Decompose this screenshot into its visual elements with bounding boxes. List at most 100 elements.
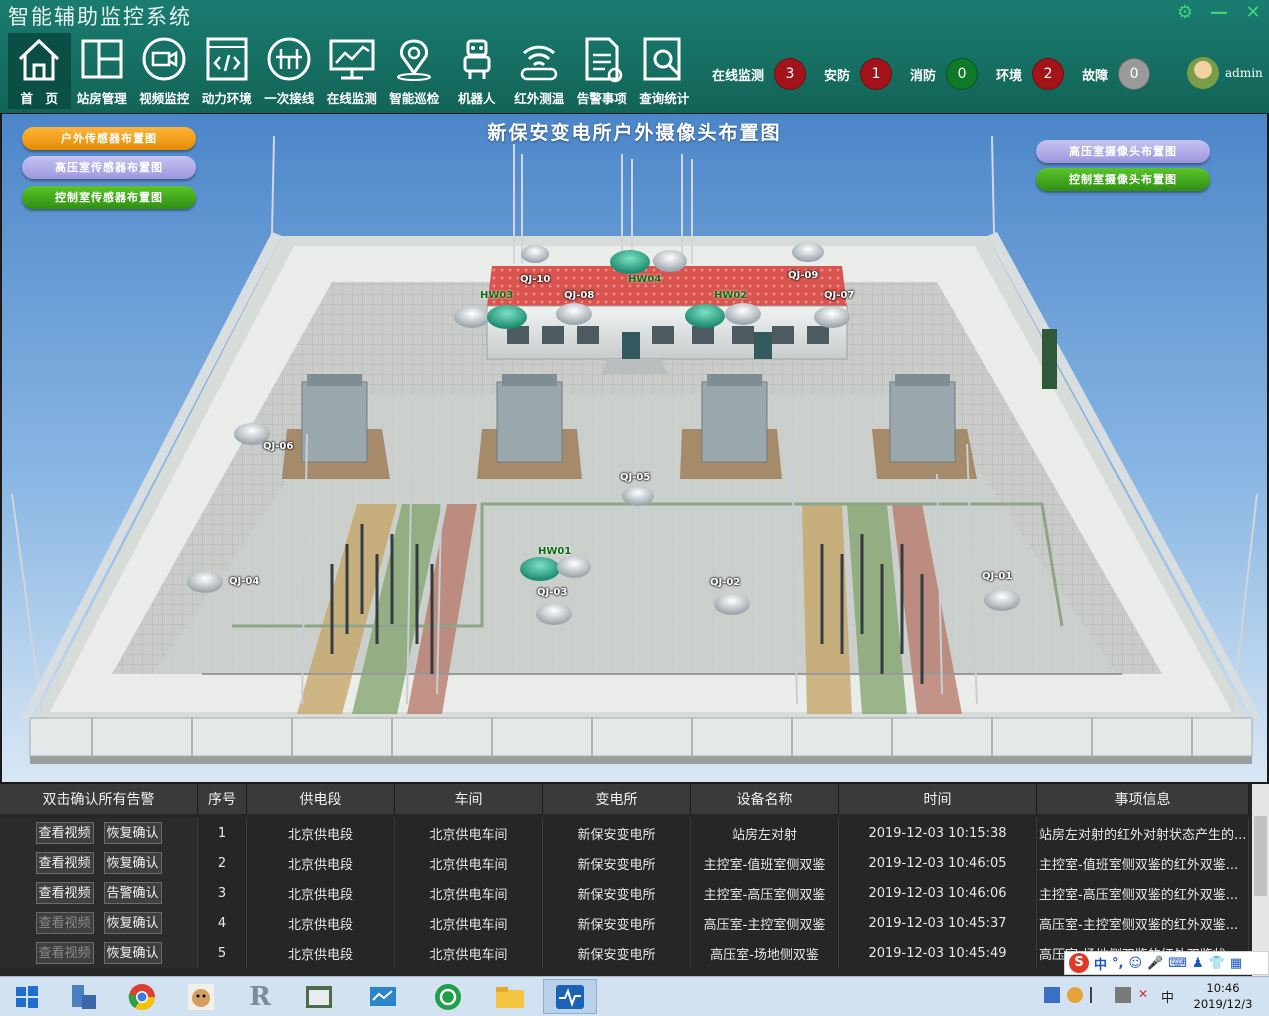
table-scrollbar[interactable] [1252, 784, 1269, 976]
status-count-badge[interactable]: 2 [1032, 58, 1065, 90]
column-header: 供电段 [247, 784, 395, 814]
taskbar-r-app[interactable]: R [233, 979, 287, 1014]
table-row[interactable]: 查看视频 恢复确认 1 北京供电段 北京供电车间 新保安变电所 站房左对射 2019-12-0… [0, 818, 1269, 848]
minimize-icon[interactable]: — [1209, 3, 1229, 23]
confirm-button[interactable]: 恢复确认 [103, 822, 162, 844]
nav-item-search-document[interactable]: 查询统计 [633, 33, 696, 109]
control-room-sensor-layout-button[interactable]: 控制室传感器布置图 [22, 186, 196, 209]
nav-item-monitor-chart[interactable]: 在线监测 [321, 33, 384, 109]
confirm-button[interactable]: 告警确认 [103, 882, 162, 904]
nav-item-code-window[interactable]: 动力环境 [196, 33, 259, 109]
nav-item-home[interactable]: 首 页 [8, 33, 71, 109]
camera-label-qj04[interactable]: QJ-04 [229, 576, 259, 587]
camera-label-qj08[interactable]: QJ-08 [564, 290, 594, 301]
view-video-button[interactable]: 查看视频 [35, 912, 94, 934]
status-故障[interactable]: 故障 0 [1082, 58, 1151, 90]
nav-item-document[interactable]: 告警事项 [571, 33, 634, 109]
document-icon [585, 37, 622, 83]
substation: 新保安变电所 [543, 818, 691, 848]
sogou-icon[interactable]: S [1069, 953, 1089, 973]
camera-label-qj03[interactable]: QJ-03 [537, 587, 567, 598]
table-row[interactable]: 查看视频 恢复确认 4 北京供电段 北京供电车间 新保安变电所 高压室-主控室侧双鉴 2019… [0, 908, 1269, 938]
taskbar-window-app[interactable] [292, 979, 346, 1014]
camera-label-qj06[interactable]: QJ-06 [263, 441, 293, 452]
ime-mode[interactable]: 中 [1094, 954, 1107, 973]
emoji-icon[interactable]: ☺ [1128, 956, 1142, 971]
nav-label: 告警事项 [576, 91, 627, 106]
camera-label-qj01[interactable]: QJ-01 [982, 571, 1012, 582]
confirm-all-alarms-header[interactable]: 双击确认所有告警 [0, 784, 198, 814]
nav-label: 动力环境 [201, 91, 252, 106]
flag-icon[interactable] [1090, 987, 1108, 1003]
control-room-camera-layout-button[interactable]: 控制室摄像头布置图 [1036, 168, 1210, 191]
nav-item-video-camera[interactable]: 视频监控 [133, 33, 196, 109]
camera-label-qj07[interactable]: QJ-07 [824, 290, 854, 301]
status-count-badge[interactable]: 1 [860, 58, 893, 90]
thermal-label-hw02[interactable]: HW02 [714, 290, 747, 301]
language-indicator[interactable]: 中 [1161, 987, 1177, 1006]
user-info[interactable]: admin [1187, 57, 1263, 89]
user-icon[interactable]: ♟ [1192, 956, 1204, 971]
status-label: 在线监测 [712, 68, 765, 84]
taskbar-green-app[interactable] [421, 979, 475, 1014]
table-row[interactable]: 查看视频 恢复确认 2 北京供电段 北京供电车间 新保安变电所 主控室-值班室侧双鉴 2019… [0, 848, 1269, 878]
nav-item-wiring[interactable]: 一次接线 [258, 33, 321, 109]
confirm-button[interactable]: 恢复确认 [103, 942, 162, 964]
grid-icon[interactable]: ▦ [1230, 956, 1242, 971]
microphone-icon[interactable]: 🎤 [1147, 956, 1163, 971]
shirt-icon[interactable]: 👕 [1209, 956, 1225, 971]
column-header: 时间 [839, 784, 1037, 814]
confirm-button[interactable]: 恢复确认 [103, 912, 162, 934]
punctuation-icon[interactable]: °, [1112, 956, 1123, 971]
status-count-badge[interactable]: 3 [774, 58, 807, 90]
volume-muted-icon[interactable]: ✕ [1138, 987, 1154, 1003]
taskbar-chrome[interactable] [115, 979, 169, 1014]
avatar[interactable] [1187, 57, 1219, 89]
scrollbar-thumb[interactable] [1254, 816, 1267, 896]
thermal-label-hw04[interactable]: HW04 [628, 274, 661, 285]
hv-room-camera-layout-button[interactable]: 高压室摄像头布置图 [1036, 140, 1210, 163]
nav-item-infrared[interactable]: 红外测温 [508, 33, 571, 109]
thermal-label-hw01[interactable]: HW01 [538, 546, 571, 557]
status-消防[interactable]: 消防 0 [910, 58, 979, 90]
settings-icon[interactable]: ⚙ [1175, 3, 1195, 23]
table-row[interactable]: 查看视频 告警确认 3 北京供电段 北京供电车间 新保安变电所 主控室-高压室侧双鉴 2019… [0, 878, 1269, 908]
status-安防[interactable]: 安防 1 [824, 58, 893, 90]
nav-item-layout[interactable]: 站房管理 [71, 33, 134, 109]
view-video-button[interactable]: 查看视频 [35, 822, 94, 844]
ime-toolbar[interactable]: S 中 °, ☺ 🎤 ⌨ ♟ 👕 ▦ [1064, 951, 1269, 975]
shield-icon[interactable] [1044, 987, 1060, 1003]
column-header: 设备名称 [691, 784, 839, 814]
confirm-button[interactable]: 恢复确认 [103, 852, 162, 874]
video-camera-icon [142, 37, 186, 81]
thermal-label-hw03[interactable]: HW03 [480, 290, 513, 301]
camera-label-qj02[interactable]: QJ-02 [710, 577, 740, 588]
start-button[interactable] [0, 979, 54, 1014]
taskbar-monitoring-app[interactable] [543, 979, 597, 1014]
taskbar-file-explorer[interactable] [483, 979, 537, 1014]
view-video-button[interactable]: 查看视频 [35, 882, 94, 904]
hv-room-sensor-layout-button[interactable]: 高压室传感器布置图 [22, 156, 196, 179]
network-icon[interactable] [1115, 987, 1131, 1003]
camera-label-qj10[interactable]: QJ-10 [520, 274, 550, 285]
close-icon[interactable]: ✕ [1243, 3, 1263, 23]
camera-label-qj05[interactable]: QJ-05 [620, 472, 650, 483]
camera-label-qj09[interactable]: QJ-09 [788, 270, 818, 281]
taskbar-dog-app[interactable] [174, 979, 228, 1014]
status-count-badge[interactable]: 0 [946, 58, 979, 90]
view-video-button[interactable]: 查看视频 [35, 852, 94, 874]
nav-item-robot[interactable]: 机器人 [446, 33, 509, 109]
taskbar-monitor-app[interactable] [356, 979, 410, 1014]
nav-item-location-pin[interactable]: 智能巡检 [383, 33, 446, 109]
status-在线监测[interactable]: 在线监测 3 [712, 58, 807, 90]
taskbar-server-manager[interactable] [56, 979, 110, 1014]
status-count-badge[interactable]: 0 [1118, 58, 1151, 90]
status-环境[interactable]: 环境 2 [996, 58, 1065, 90]
keyboard-icon[interactable]: ⌨ [1168, 956, 1187, 971]
app-tray-icon[interactable] [1067, 987, 1083, 1003]
substation-map[interactable]: 新保安变电所户外摄像头布置图 户外传感器布置图 高压室传感器布置图 控制室传感器… [2, 114, 1267, 782]
taskbar-clock[interactable]: 10:46 2019/12/3 [1192, 980, 1254, 1012]
green-circle-icon [435, 983, 461, 1010]
view-video-button[interactable]: 查看视频 [35, 942, 94, 964]
outdoor-sensor-layout-button[interactable]: 户外传感器布置图 [22, 127, 196, 150]
